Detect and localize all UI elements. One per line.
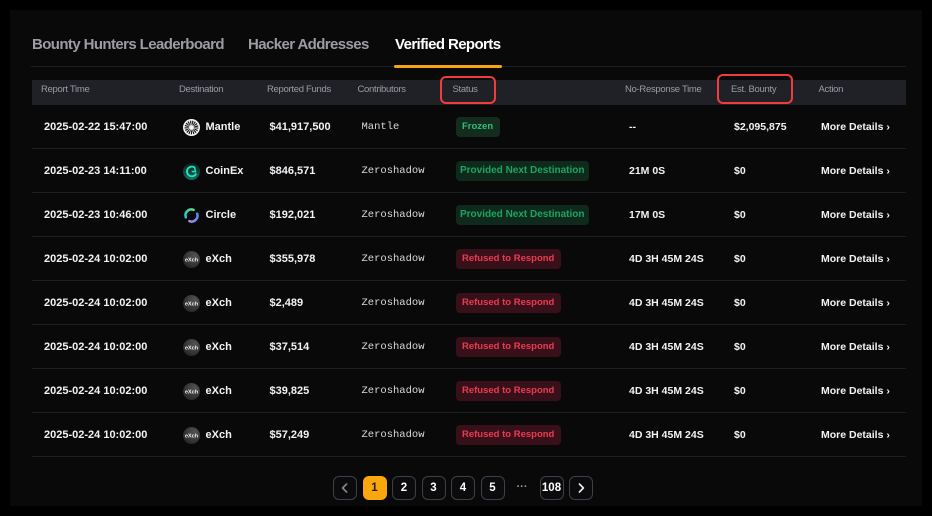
svg-text:eXch: eXch	[184, 345, 198, 351]
svg-text:eXch: eXch	[184, 433, 198, 439]
svg-text:eXch: eXch	[184, 257, 198, 263]
svg-text:eXch: eXch	[184, 389, 198, 395]
svg-text:eXch: eXch	[184, 301, 198, 307]
